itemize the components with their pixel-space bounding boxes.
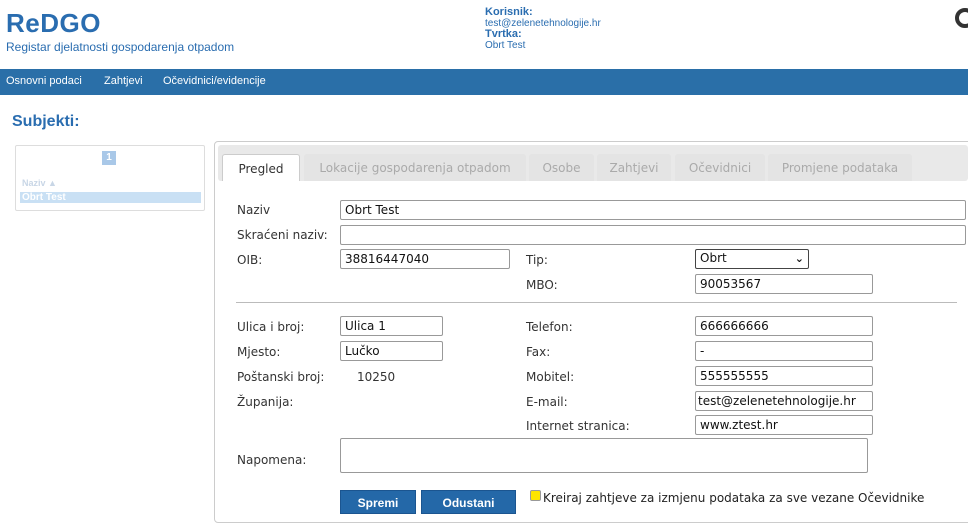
fax-field[interactable]: [695, 341, 873, 361]
save-button[interactable]: Spremi: [340, 490, 416, 514]
nav-zahtjevi[interactable]: Zahtjevi: [104, 75, 143, 87]
postanski-label: Poštanski broj:: [237, 370, 325, 384]
company-value: Obrt Test: [485, 40, 526, 51]
oib-label: OIB:: [237, 253, 263, 267]
mbo-field[interactable]: [695, 274, 873, 294]
user-label: Korisnik:: [485, 6, 533, 18]
skraceni-field[interactable]: [340, 225, 966, 245]
mjesto-label: Mjesto:: [237, 345, 281, 359]
tip-selected-value: Obrt: [700, 251, 727, 265]
main-navbar: Osnovni podaci Zahtjevi Očevidnici/evide…: [0, 69, 968, 95]
telefon-label: Telefon:: [526, 320, 573, 334]
naziv-label: Naziv: [237, 203, 271, 217]
email-field[interactable]: [695, 391, 873, 411]
zupanija-label: Županija:: [237, 395, 294, 409]
chevron-down-icon: ⌄: [794, 252, 804, 265]
user-info: Korisnik: test@zelenetehnologije.hr Tvrt…: [485, 6, 601, 52]
mbo-label: MBO:: [526, 278, 558, 292]
nav-ocevidnici[interactable]: Očevidnici/evidencije: [163, 75, 266, 87]
tab-lokacije[interactable]: Lokacije gospodarenja otpadom: [304, 154, 526, 181]
ulica-label: Ulica i broj:: [237, 320, 305, 334]
page-title: Subjekti:: [12, 113, 80, 130]
tab-promjene[interactable]: Promjene podataka: [768, 154, 912, 181]
create-requests-label: Kreiraj zahtjeve za izmjenu podataka za …: [543, 491, 925, 505]
logout-icon[interactable]: [955, 8, 968, 28]
napomena-label: Napomena:: [237, 453, 307, 467]
create-requests-checkbox[interactable]: [530, 490, 541, 501]
ulica-field[interactable]: [340, 316, 443, 336]
mobitel-label: Mobitel:: [526, 370, 575, 384]
napomena-field[interactable]: [340, 438, 868, 473]
column-header-naziv[interactable]: Naziv ▲: [22, 178, 57, 188]
skraceni-label: Skraćeni naziv:: [237, 228, 328, 242]
nav-osnovni-podaci[interactable]: Osnovni podaci: [6, 75, 82, 87]
mjesto-field[interactable]: [340, 341, 443, 361]
app-logo: ReDGO: [6, 8, 101, 38]
tab-osobe[interactable]: Osobe: [529, 154, 594, 181]
naziv-field[interactable]: [340, 200, 966, 220]
tab-zahtjevi[interactable]: Zahtjevi: [597, 154, 671, 181]
oib-field[interactable]: [340, 249, 510, 269]
email-label: E-mail:: [526, 395, 568, 409]
web-label: Internet stranica:: [526, 419, 630, 433]
mobitel-field[interactable]: [695, 366, 873, 386]
cancel-button[interactable]: Odustani: [421, 490, 516, 514]
web-field[interactable]: [695, 415, 873, 435]
tab-ocevidnici[interactable]: Očevidnici: [675, 154, 765, 181]
divider: [236, 302, 957, 303]
postanski-value: 10250: [357, 370, 396, 384]
tab-pregled[interactable]: Pregled: [222, 154, 300, 181]
company-label: Tvrtka:: [485, 28, 522, 40]
app-tagline: Registar djelatnosti gospodarenja otpado…: [6, 40, 235, 54]
subjects-list: 1 Naziv ▲ Obrt Test: [15, 145, 205, 211]
pager-page-1[interactable]: 1: [102, 151, 116, 165]
tip-label: Tip:: [526, 253, 548, 267]
tip-select[interactable]: Obrt ⌄: [695, 249, 809, 269]
list-item[interactable]: Obrt Test: [20, 192, 201, 203]
telefon-field[interactable]: [695, 316, 873, 336]
fax-label: Fax:: [526, 345, 551, 359]
